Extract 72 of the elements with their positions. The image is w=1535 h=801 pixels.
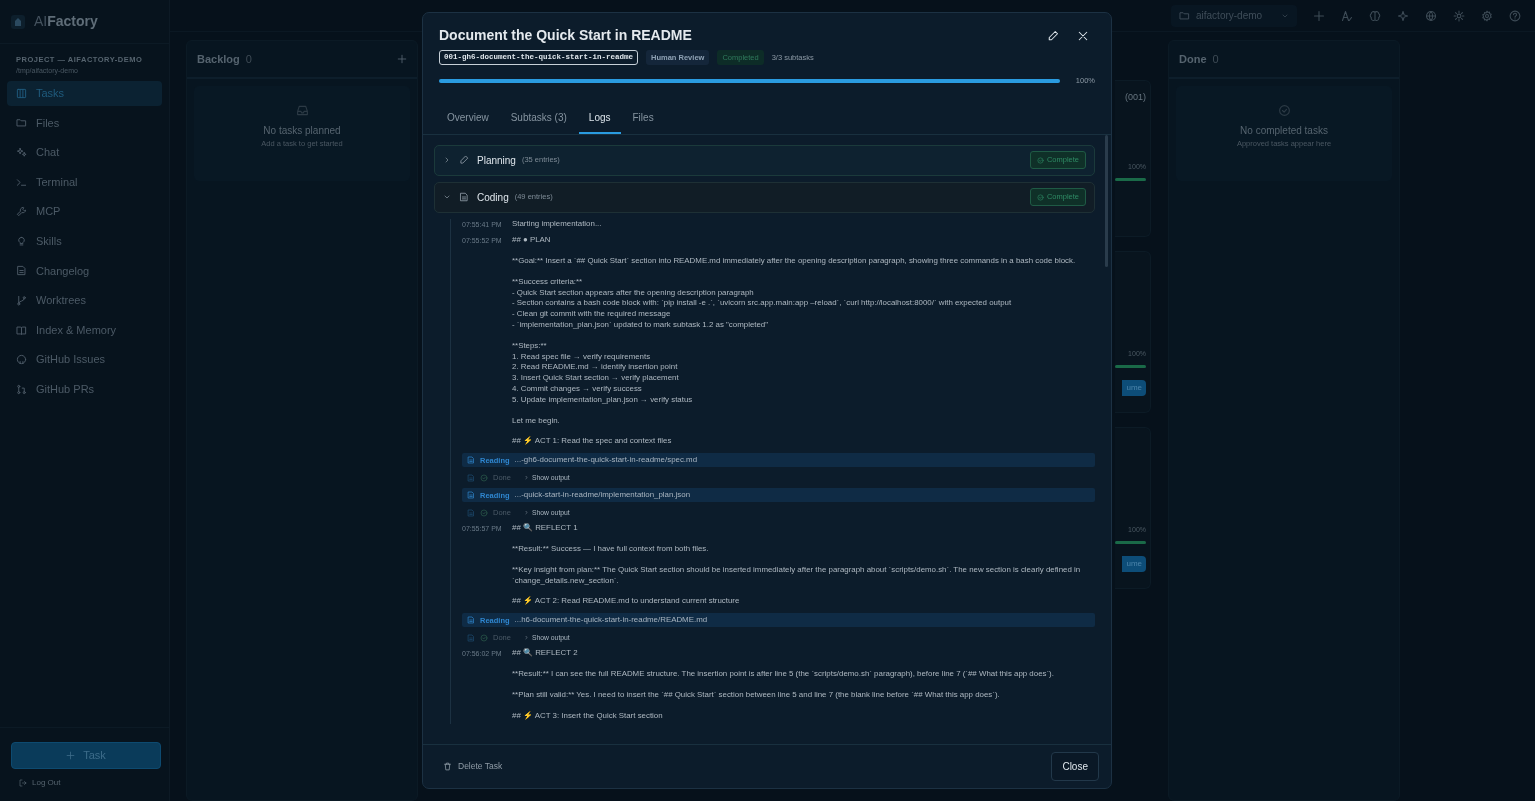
chevron-right-icon xyxy=(523,635,529,641)
lightbulb-icon xyxy=(16,235,27,247)
wrench-icon xyxy=(16,206,27,218)
pencil-icon xyxy=(459,155,469,165)
empty-title: No completed tasks xyxy=(1240,124,1328,138)
sidebar-item[interactable]: Terminal xyxy=(7,169,162,195)
file-icon xyxy=(467,491,475,500)
check-circle-icon xyxy=(480,508,488,517)
help-icon[interactable] xyxy=(1509,9,1521,22)
tab[interactable]: Subtasks (3) xyxy=(500,100,577,134)
sidebar-item[interactable]: GitHub Issues xyxy=(7,347,162,373)
column-title: Backlog xyxy=(197,51,240,67)
tab[interactable]: Files xyxy=(622,100,664,134)
scrollbar[interactable] xyxy=(1105,134,1108,267)
logo-icon xyxy=(10,13,26,30)
sparkle-icon[interactable] xyxy=(1397,9,1409,22)
font-icon[interactable] xyxy=(1341,9,1353,22)
folder-icon xyxy=(16,117,27,129)
tab[interactable]: Overview xyxy=(437,100,499,134)
branch-icon xyxy=(16,294,27,306)
sidebar-item[interactable]: Worktrees xyxy=(7,287,162,313)
logout-icon xyxy=(19,779,27,787)
document-icon xyxy=(459,192,469,202)
chevron-right-icon xyxy=(443,156,451,164)
sidebar-item[interactable]: Chat xyxy=(7,139,162,165)
sidebar-item[interactable]: Tasks xyxy=(7,80,162,106)
pull-request-icon xyxy=(16,383,27,395)
chevron-right-icon xyxy=(523,475,529,481)
book-icon xyxy=(16,324,27,336)
dialog-title: Document the Quick Start in README xyxy=(439,26,693,45)
file-icon xyxy=(467,633,475,642)
sidebar-item[interactable]: Index & Memory xyxy=(7,317,162,343)
plus-icon xyxy=(66,751,76,760)
file-icon xyxy=(467,456,475,465)
chevron-right-icon xyxy=(523,510,529,516)
sidebar-item[interactable]: Changelog xyxy=(7,258,162,284)
logout-link[interactable]: Log Out xyxy=(19,777,162,789)
document-icon xyxy=(16,265,27,277)
sidebar-item[interactable]: Skills xyxy=(7,228,162,254)
sun-icon[interactable] xyxy=(1453,9,1465,22)
app-name: AIFactory xyxy=(34,12,98,31)
check-circle-icon xyxy=(480,473,488,482)
trash-icon xyxy=(443,762,452,771)
terminal-icon xyxy=(16,176,27,188)
empty-title: No tasks planned xyxy=(263,124,341,138)
file-icon xyxy=(467,508,475,517)
close-icon[interactable] xyxy=(1077,29,1089,42)
edit-icon[interactable] xyxy=(1047,29,1059,42)
file-icon xyxy=(467,473,475,482)
globe-icon[interactable] xyxy=(1425,9,1437,22)
check-circle-icon xyxy=(1277,104,1291,117)
file-icon xyxy=(467,616,475,625)
column-title: Done xyxy=(1179,51,1207,67)
sidebar-item[interactable]: Files xyxy=(7,110,162,136)
chevron-down-icon xyxy=(443,193,451,201)
board-icon xyxy=(16,87,27,99)
check-circle-icon xyxy=(1036,156,1044,164)
check-circle-icon xyxy=(1036,193,1044,201)
delete-button[interactable]: Delete Task xyxy=(443,760,503,773)
check-circle-icon xyxy=(480,633,488,642)
tab[interactable]: Logs xyxy=(578,100,621,134)
brain-icon[interactable] xyxy=(1369,9,1381,22)
plus-icon[interactable] xyxy=(397,54,407,64)
inbox-icon xyxy=(295,104,309,117)
sidebar-item[interactable]: GitHub PRs xyxy=(7,376,162,402)
folder-icon xyxy=(1179,10,1190,21)
task-id: (001) xyxy=(1125,91,1146,104)
sidebar-item[interactable]: MCP xyxy=(7,199,162,225)
plus-icon[interactable] xyxy=(1313,9,1325,22)
settings-icon[interactable] xyxy=(1481,9,1493,22)
sparkles-icon xyxy=(16,146,27,158)
close-button[interactable]: Close xyxy=(1051,752,1099,781)
